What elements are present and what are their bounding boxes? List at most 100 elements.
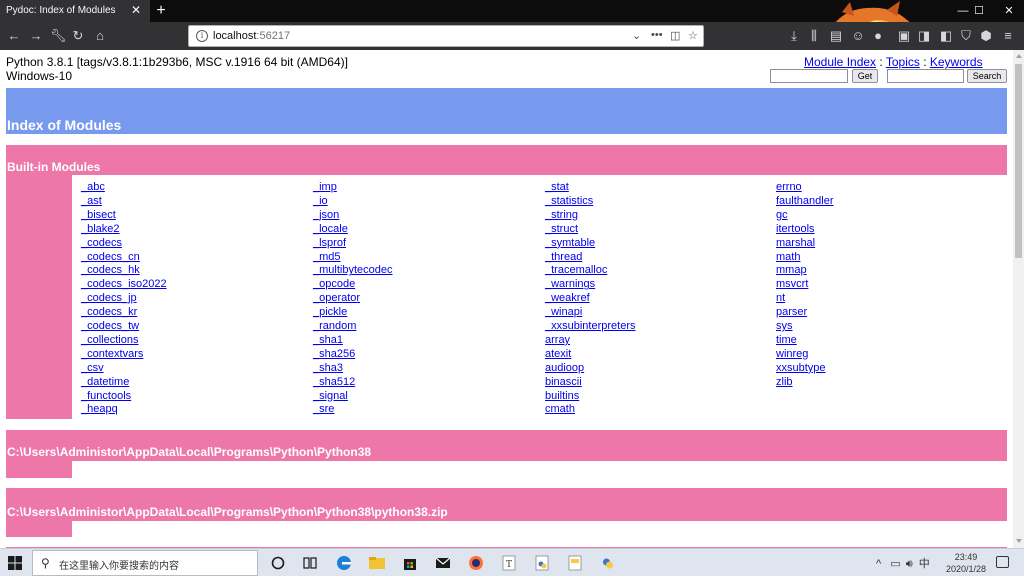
module-link[interactable]: array [545, 334, 570, 347]
pocket-icon[interactable]: ◫ [670, 29, 680, 42]
bookmark-star-icon[interactable]: ☆ [688, 29, 698, 42]
module-link[interactable]: _opcode [313, 278, 355, 291]
module-link[interactable]: _operator [313, 292, 360, 305]
module-link[interactable]: _ast [81, 195, 102, 208]
module-link[interactable]: _lsprof [313, 237, 346, 250]
module-link[interactable]: _tracemalloc [545, 264, 607, 277]
module-link[interactable]: _thread [545, 251, 582, 264]
module-link[interactable]: _json [313, 209, 339, 222]
module-link[interactable]: marshal [776, 237, 815, 250]
keywords-link[interactable]: Keywords [930, 55, 983, 69]
extension-ghost-icon[interactable]: ● [870, 28, 886, 44]
module-link[interactable]: itertools [776, 223, 815, 236]
module-link[interactable]: _codecs_kr [81, 306, 137, 319]
site-info-icon[interactable]: i [196, 30, 208, 42]
extension-badge-icon[interactable]: ▣ [896, 28, 912, 44]
module-link[interactable]: faulthandler [776, 195, 834, 208]
close-tab-icon[interactable]: ✕ [131, 3, 141, 17]
module-link[interactable]: _random [313, 320, 356, 333]
store-icon[interactable] [400, 553, 420, 573]
module-link[interactable]: builtins [545, 390, 579, 403]
module-link[interactable]: cmath [545, 403, 575, 416]
module-link[interactable]: _codecs [81, 237, 122, 250]
module-index-link[interactable]: Module Index [804, 55, 876, 69]
notification-center-icon[interactable] [996, 556, 1009, 568]
module-link[interactable]: parser [776, 306, 807, 319]
module-link[interactable]: _heapq [81, 403, 118, 416]
module-link[interactable]: _stat [545, 181, 569, 194]
module-link[interactable]: _sha256 [313, 348, 355, 361]
forward-arrow-icon[interactable]: → [28, 28, 44, 44]
mail-icon[interactable] [433, 553, 453, 573]
extension-translate-icon[interactable]: ◨ [916, 28, 932, 44]
module-link[interactable]: zlib [776, 376, 793, 389]
module-link[interactable]: _abc [81, 181, 105, 194]
new-tab-button[interactable]: + [152, 0, 170, 22]
module-link[interactable]: _weakref [545, 292, 590, 305]
sidebar-icon[interactable]: ▤ [828, 28, 844, 44]
module-link[interactable]: _bisect [81, 209, 116, 222]
network-icon[interactable]: ▭ [890, 558, 900, 570]
typora-icon[interactable]: T [499, 553, 519, 573]
address-bar[interactable]: i localhost:56217 ⌄ ••• ◫ ☆ [188, 25, 704, 47]
module-link[interactable]: sys [776, 320, 793, 333]
module-link[interactable]: _codecs_iso2022 [81, 278, 167, 291]
scroll-down-icon[interactable] [1016, 539, 1022, 543]
module-link[interactable]: _sre [313, 403, 334, 416]
module-link[interactable]: _codecs_cn [81, 251, 140, 264]
taskbar-clock[interactable]: 23:49 2020/1/28 [944, 551, 988, 575]
module-link[interactable]: winreg [776, 348, 808, 361]
module-link[interactable]: _statistics [545, 195, 593, 208]
scrollbar-thumb[interactable] [1015, 64, 1022, 258]
module-link[interactable]: _symtable [545, 237, 595, 250]
module-link[interactable]: errno [776, 181, 802, 194]
module-link[interactable]: _string [545, 209, 578, 222]
notepad-icon[interactable] [565, 553, 585, 573]
module-link[interactable]: _locale [313, 223, 348, 236]
module-link[interactable]: msvcrt [776, 278, 808, 291]
home-icon[interactable]: ⌂ [92, 28, 108, 44]
library-icon[interactable]: ⫼ [806, 28, 822, 44]
module-link[interactable]: _functools [81, 390, 131, 403]
python-icon[interactable] [598, 553, 618, 573]
extension-abp-icon[interactable]: ⬢ [978, 28, 994, 44]
cortana-icon[interactable] [268, 553, 288, 573]
module-link[interactable]: gc [776, 209, 788, 222]
module-link[interactable]: _collections [81, 334, 138, 347]
reload-icon[interactable]: ↻ [70, 28, 86, 44]
module-link[interactable]: _codecs_jp [81, 292, 137, 305]
module-link[interactable]: mmap [776, 264, 807, 277]
module-link[interactable]: _sha512 [313, 376, 355, 389]
vertical-scrollbar[interactable] [1013, 50, 1024, 548]
module-link[interactable]: _contextvars [81, 348, 143, 361]
topics-link[interactable]: Topics [886, 55, 920, 69]
module-link[interactable]: audioop [545, 362, 584, 375]
ime-indicator[interactable]: 中 [919, 558, 930, 570]
module-link[interactable]: _multibytecodec [313, 264, 393, 277]
scroll-up-icon[interactable] [1016, 54, 1022, 58]
module-link[interactable]: _codecs_hk [81, 264, 140, 277]
python-file-icon[interactable] [532, 553, 552, 573]
module-link[interactable]: _codecs_tw [81, 320, 139, 333]
firefox-icon[interactable] [466, 553, 486, 573]
account-icon[interactable]: ☺ [850, 28, 866, 44]
module-link[interactable]: atexit [545, 348, 571, 361]
task-view-icon[interactable] [300, 553, 320, 573]
module-link[interactable]: nt [776, 292, 785, 305]
extension-shield-icon[interactable]: ⛉ [958, 28, 974, 44]
close-window-button[interactable]: ✕ [994, 0, 1024, 22]
module-link[interactable]: _signal [313, 390, 348, 403]
download-icon[interactable]: ⤓ [786, 28, 802, 44]
search-input[interactable] [887, 69, 964, 83]
edge-icon[interactable] [334, 553, 354, 573]
module-link[interactable]: _pickle [313, 306, 347, 319]
module-link[interactable]: _io [313, 195, 328, 208]
url-dropdown-chevron-icon[interactable]: ⌄ [632, 29, 641, 42]
extension-reader-icon[interactable]: ◧ [938, 28, 954, 44]
module-link[interactable]: _sha1 [313, 334, 343, 347]
module-link[interactable]: binascii [545, 376, 582, 389]
module-link[interactable]: _struct [545, 223, 578, 236]
file-explorer-icon[interactable] [367, 553, 387, 573]
tab-pydoc[interactable]: Pydoc: Index of Modules ✕ [0, 0, 150, 22]
get-button[interactable]: Get [852, 69, 878, 83]
